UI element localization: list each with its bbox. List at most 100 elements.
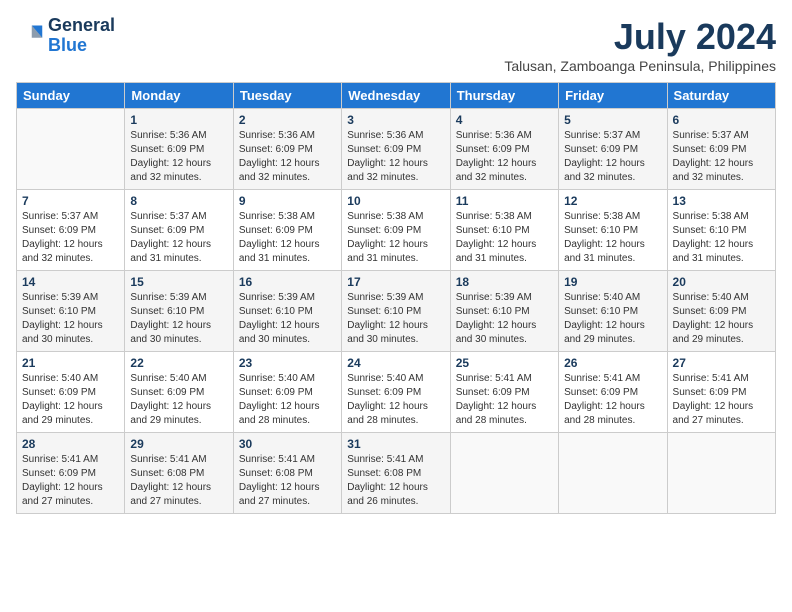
calendar-cell: 9Sunrise: 5:38 AM Sunset: 6:09 PM Daylig… <box>233 190 341 271</box>
day-info: Sunrise: 5:39 AM Sunset: 6:10 PM Dayligh… <box>347 291 444 347</box>
day-info: Sunrise: 5:41 AM Sunset: 6:09 PM Dayligh… <box>456 372 553 428</box>
calendar-cell <box>559 433 667 514</box>
location-title: Talusan, Zamboanga Peninsula, Philippine… <box>504 58 776 74</box>
day-number: 15 <box>130 275 227 289</box>
day-number: 13 <box>673 194 770 208</box>
weekday-header-row: SundayMondayTuesdayWednesdayThursdayFrid… <box>17 83 776 109</box>
day-number: 16 <box>239 275 336 289</box>
weekday-saturday: Saturday <box>667 83 775 109</box>
month-title: July 2024 <box>504 16 776 58</box>
day-number: 20 <box>673 275 770 289</box>
calendar-cell: 12 Sunrise: 5:38 AM Sunset: 6:10 PM Dayli… <box>559 190 667 271</box>
calendar-cell: 2Sunrise: 5:36 AM Sunset: 6:09 PM Daylig… <box>233 109 341 190</box>
calendar-cell: 19Sunrise: 5:40 AM Sunset: 6:10 PM Dayli… <box>559 271 667 352</box>
logo-icon <box>16 22 44 50</box>
day-info: Sunrise: 5:41 AM Sunset: 6:09 PM Dayligh… <box>564 372 661 428</box>
day-number: 25 <box>456 356 553 370</box>
calendar-cell: 26Sunrise: 5:41 AM Sunset: 6:09 PM Dayli… <box>559 352 667 433</box>
day-info: Sunrise: 5:40 AM Sunset: 6:09 PM Dayligh… <box>347 372 444 428</box>
calendar-cell: 27 Sunrise: 5:41 AM Sunset: 6:09 PM Dayli… <box>667 352 775 433</box>
day-number: 14 <box>22 275 119 289</box>
weekday-wednesday: Wednesday <box>342 83 450 109</box>
day-info: Sunrise: 5:36 AM Sunset: 6:09 PM Dayligh… <box>130 129 227 185</box>
day-info: Sunrise: 5:36 AM Sunset: 6:09 PM Dayligh… <box>456 129 553 185</box>
day-info: Sunrise: 5:38 AM Sunset: 6:10 PM Dayligh… <box>673 210 770 266</box>
weekday-sunday: Sunday <box>17 83 125 109</box>
day-number: 6 <box>673 113 770 127</box>
day-info: Sunrise: 5:41 AM Sunset: 6:08 PM Dayligh… <box>239 453 336 509</box>
day-info: Sunrise: 5:41 AM Sunset: 6:08 PM Dayligh… <box>130 453 227 509</box>
day-info: Sunrise: 5:40 AM Sunset: 6:09 PM Dayligh… <box>239 372 336 428</box>
calendar-cell: 5 Sunrise: 5:37 AM Sunset: 6:09 PM Daylig… <box>559 109 667 190</box>
calendar-cell: 30 Sunrise: 5:41 AM Sunset: 6:08 PM Dayli… <box>233 433 341 514</box>
day-number: 2 <box>239 113 336 127</box>
calendar-cell: 20Sunrise: 5:40 AM Sunset: 6:09 PM Dayli… <box>667 271 775 352</box>
calendar-cell: 1Sunrise: 5:36 AM Sunset: 6:09 PM Daylig… <box>125 109 233 190</box>
day-number: 24 <box>347 356 444 370</box>
day-number: 11 <box>456 194 553 208</box>
calendar-cell: 14 Sunrise: 5:39 AM Sunset: 6:10 PM Dayli… <box>17 271 125 352</box>
calendar-cell: 15 Sunrise: 5:39 AM Sunset: 6:10 PM Dayli… <box>125 271 233 352</box>
logo: General Blue <box>16 16 115 56</box>
calendar-cell: 18 Sunrise: 5:39 AM Sunset: 6:10 PM Dayli… <box>450 271 558 352</box>
day-info: Sunrise: 5:39 AM Sunset: 6:10 PM Dayligh… <box>130 291 227 347</box>
calendar-cell: 21 Sunrise: 5:40 AM Sunset: 6:09 PM Dayli… <box>17 352 125 433</box>
calendar-cell: 31 Sunrise: 5:41 AM Sunset: 6:08 PM Dayli… <box>342 433 450 514</box>
calendar-cell: 6 Sunrise: 5:37 AM Sunset: 6:09 PM Daylig… <box>667 109 775 190</box>
calendar-cell: 16 Sunrise: 5:39 AM Sunset: 6:10 PM Dayli… <box>233 271 341 352</box>
day-info: Sunrise: 5:37 AM Sunset: 6:09 PM Dayligh… <box>673 129 770 185</box>
weekday-friday: Friday <box>559 83 667 109</box>
day-number: 12 <box>564 194 661 208</box>
calendar-cell: 10Sunrise: 5:38 AM Sunset: 6:09 PM Dayli… <box>342 190 450 271</box>
calendar-cell <box>667 433 775 514</box>
calendar-cell: 11 Sunrise: 5:38 AM Sunset: 6:10 PM Dayli… <box>450 190 558 271</box>
week-row-4: 21 Sunrise: 5:40 AM Sunset: 6:09 PM Dayli… <box>17 352 776 433</box>
day-number: 27 <box>673 356 770 370</box>
week-row-1: 1Sunrise: 5:36 AM Sunset: 6:09 PM Daylig… <box>17 109 776 190</box>
weekday-tuesday: Tuesday <box>233 83 341 109</box>
day-number: 3 <box>347 113 444 127</box>
day-info: Sunrise: 5:41 AM Sunset: 6:08 PM Dayligh… <box>347 453 444 509</box>
day-number: 30 <box>239 437 336 451</box>
logo-text-general: General <box>48 16 115 36</box>
calendar-body: 1Sunrise: 5:36 AM Sunset: 6:09 PM Daylig… <box>17 109 776 514</box>
week-row-2: 7 Sunrise: 5:37 AM Sunset: 6:09 PM Daylig… <box>17 190 776 271</box>
day-info: Sunrise: 5:39 AM Sunset: 6:10 PM Dayligh… <box>239 291 336 347</box>
day-number: 18 <box>456 275 553 289</box>
weekday-thursday: Thursday <box>450 83 558 109</box>
day-info: Sunrise: 5:40 AM Sunset: 6:09 PM Dayligh… <box>22 372 119 428</box>
day-number: 7 <box>22 194 119 208</box>
day-number: 21 <box>22 356 119 370</box>
calendar-cell: 13 Sunrise: 5:38 AM Sunset: 6:10 PM Dayli… <box>667 190 775 271</box>
day-info: Sunrise: 5:37 AM Sunset: 6:09 PM Dayligh… <box>564 129 661 185</box>
calendar-cell: 25 Sunrise: 5:41 AM Sunset: 6:09 PM Dayli… <box>450 352 558 433</box>
day-info: Sunrise: 5:38 AM Sunset: 6:09 PM Dayligh… <box>347 210 444 266</box>
day-info: Sunrise: 5:40 AM Sunset: 6:10 PM Dayligh… <box>564 291 661 347</box>
week-row-3: 14 Sunrise: 5:39 AM Sunset: 6:10 PM Dayli… <box>17 271 776 352</box>
day-info: Sunrise: 5:38 AM Sunset: 6:10 PM Dayligh… <box>456 210 553 266</box>
calendar-table: SundayMondayTuesdayWednesdayThursdayFrid… <box>16 82 776 514</box>
calendar-cell: 22 Sunrise: 5:40 AM Sunset: 6:09 PM Dayli… <box>125 352 233 433</box>
day-number: 17 <box>347 275 444 289</box>
day-info: Sunrise: 5:38 AM Sunset: 6:10 PM Dayligh… <box>564 210 661 266</box>
calendar-cell: 24 Sunrise: 5:40 AM Sunset: 6:09 PM Dayli… <box>342 352 450 433</box>
day-number: 31 <box>347 437 444 451</box>
day-info: Sunrise: 5:36 AM Sunset: 6:09 PM Dayligh… <box>347 129 444 185</box>
week-row-5: 28Sunrise: 5:41 AM Sunset: 6:09 PM Dayli… <box>17 433 776 514</box>
day-number: 22 <box>130 356 227 370</box>
calendar-cell: 4Sunrise: 5:36 AM Sunset: 6:09 PM Daylig… <box>450 109 558 190</box>
day-info: Sunrise: 5:37 AM Sunset: 6:09 PM Dayligh… <box>22 210 119 266</box>
calendar-cell: 7 Sunrise: 5:37 AM Sunset: 6:09 PM Daylig… <box>17 190 125 271</box>
day-number: 8 <box>130 194 227 208</box>
day-number: 9 <box>239 194 336 208</box>
day-number: 23 <box>239 356 336 370</box>
day-info: Sunrise: 5:40 AM Sunset: 6:09 PM Dayligh… <box>130 372 227 428</box>
title-block: July 2024 Talusan, Zamboanga Peninsula, … <box>504 16 776 74</box>
page-header: General Blue July 2024 Talusan, Zamboang… <box>16 16 776 74</box>
day-number: 5 <box>564 113 661 127</box>
day-info: Sunrise: 5:39 AM Sunset: 6:10 PM Dayligh… <box>456 291 553 347</box>
day-info: Sunrise: 5:41 AM Sunset: 6:09 PM Dayligh… <box>22 453 119 509</box>
calendar-cell: 8Sunrise: 5:37 AM Sunset: 6:09 PM Daylig… <box>125 190 233 271</box>
day-info: Sunrise: 5:39 AM Sunset: 6:10 PM Dayligh… <box>22 291 119 347</box>
day-info: Sunrise: 5:41 AM Sunset: 6:09 PM Dayligh… <box>673 372 770 428</box>
